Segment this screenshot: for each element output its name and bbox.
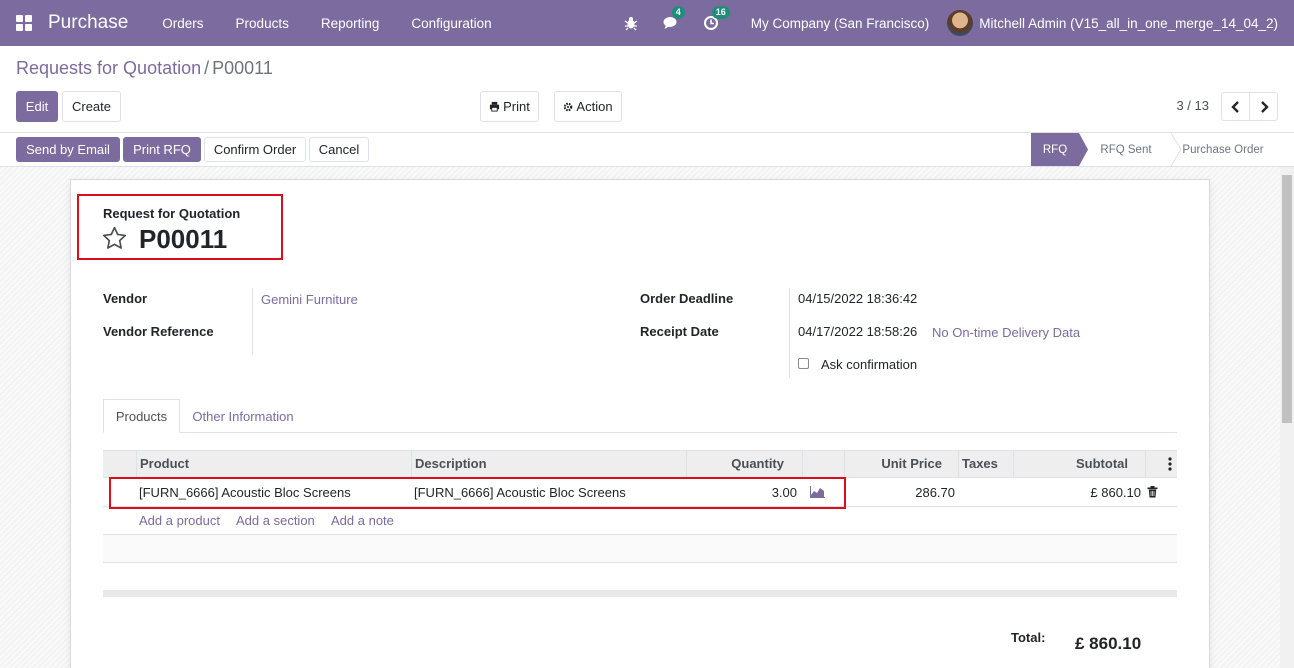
add-note-link[interactable]: Add a note: [331, 513, 394, 528]
field-divider: [789, 288, 790, 378]
field-divider: [252, 288, 253, 355]
column-header-product[interactable]: Product: [140, 450, 189, 478]
app-brand[interactable]: Purchase: [48, 12, 128, 34]
column-divider: [1013, 450, 1014, 478]
trash-icon[interactable]: [1147, 486, 1158, 498]
messages-badge: 4: [671, 6, 685, 19]
menu-orders[interactable]: Orders: [146, 16, 219, 31]
cancel-button[interactable]: Cancel: [309, 137, 369, 162]
edit-button[interactable]: Edit: [16, 91, 58, 122]
chevron-left-icon: [1230, 100, 1239, 113]
activities-clock-icon[interactable]: 16: [703, 6, 730, 31]
top-navbar: Purchase Orders Products Reporting Confi…: [0, 0, 1294, 46]
vendor-reference-label: Vendor Reference: [103, 324, 214, 339]
row-unit-price[interactable]: 286.70: [848, 480, 955, 506]
add-product-link[interactable]: Add a product: [139, 513, 220, 528]
order-deadline-field[interactable]: 04/15/2022 18:36:42: [798, 291, 917, 306]
table-footer: [103, 590, 1177, 597]
print-dropdown-button[interactable]: Print: [480, 91, 539, 122]
menu-products[interactable]: Products: [220, 16, 305, 31]
pager-next-button[interactable]: [1249, 92, 1278, 121]
receipt-date-label: Receipt Date: [640, 324, 719, 339]
bug-icon[interactable]: [623, 15, 639, 31]
column-divider: [844, 450, 845, 478]
total-label: Total:: [1011, 630, 1046, 645]
menu-reporting[interactable]: Reporting: [305, 16, 396, 31]
ontime-delivery-link[interactable]: No On-time Delivery Data: [932, 325, 1080, 340]
document-type-label: Request for Quotation: [103, 206, 241, 221]
column-header-unit-price[interactable]: Unit Price: [848, 450, 942, 478]
print-icon: [490, 101, 500, 112]
stage-rfq-sent[interactable]: RFQ Sent: [1092, 133, 1160, 166]
vertical-scrollbar[interactable]: [1280, 167, 1294, 668]
column-divider: [1145, 450, 1146, 478]
print-rfq-button[interactable]: Print RFQ: [123, 137, 201, 162]
column-header-taxes[interactable]: Taxes: [962, 450, 998, 478]
vendor-label: Vendor: [103, 291, 148, 306]
stage-purchase-order[interactable]: Purchase Order: [1176, 133, 1270, 166]
column-header-quantity[interactable]: Quantity: [690, 450, 784, 478]
breadcrumb: Requests for Quotation / P00011: [16, 58, 273, 79]
column-divider: [802, 450, 803, 478]
action-dropdown-button[interactable]: Action: [554, 91, 622, 122]
pager-previous-button[interactable]: [1221, 92, 1250, 121]
activities-badge: 16: [711, 6, 730, 19]
ask-confirmation-checkbox[interactable]: [798, 358, 809, 369]
column-divider: [136, 450, 137, 478]
messages-icon[interactable]: 4: [663, 6, 685, 31]
column-divider: [411, 450, 412, 478]
chevron-right-icon: [1260, 100, 1269, 113]
breadcrumb-separator: /: [204, 58, 210, 78]
scrollbar-thumb[interactable]: [1282, 175, 1292, 423]
pager-value[interactable]: 3 / 13: [1176, 98, 1209, 113]
record-name: P00011: [139, 224, 228, 254]
print-label: Print: [503, 99, 530, 114]
menu-configuration[interactable]: Configuration: [395, 16, 507, 31]
column-divider: [686, 450, 687, 478]
optional-columns-icon[interactable]: [1166, 456, 1174, 472]
receipt-date-field[interactable]: 04/17/2022 18:58:26: [798, 324, 917, 339]
user-avatar[interactable]: [947, 10, 974, 36]
total-amount: £ 860.10: [1075, 634, 1142, 653]
company-switcher[interactable]: My Company (San Francisco): [751, 16, 930, 31]
action-label: Action: [576, 99, 613, 114]
column-divider: [958, 450, 959, 478]
create-button[interactable]: Create: [62, 91, 121, 122]
tab-products[interactable]: Products: [103, 399, 180, 433]
tab-other-information[interactable]: Other Information: [184, 399, 302, 433]
column-header-description[interactable]: Description: [415, 450, 487, 478]
stage-rfq[interactable]: RFQ: [1031, 133, 1079, 166]
confirm-order-button[interactable]: Confirm Order: [204, 137, 306, 162]
order-deadline-label: Order Deadline: [640, 291, 734, 306]
gear-icon: [564, 102, 573, 111]
user-menu[interactable]: Mitchell Admin (V15_all_in_one_merge_14_…: [979, 16, 1278, 31]
apps-menu-icon[interactable]: [16, 15, 32, 31]
ask-confirmation-label: Ask confirmation: [821, 357, 918, 372]
table-header: [103, 450, 1177, 478]
breadcrumb-current: P00011: [212, 58, 273, 78]
breadcrumb-parent[interactable]: Requests for Quotation: [16, 58, 201, 78]
add-section-link[interactable]: Add a section: [236, 513, 315, 528]
column-header-subtotal[interactable]: Subtotal: [1017, 450, 1128, 478]
highlight-box-line: [109, 477, 846, 509]
status-bar: Send by Email Print RFQ Confirm Order Ca…: [0, 132, 1294, 167]
send-by-email-button[interactable]: Send by Email: [16, 137, 120, 162]
row-subtotal: £ 860.10: [1090, 485, 1141, 500]
empty-row: [103, 534, 1177, 563]
vendor-field[interactable]: Gemini Furniture: [261, 292, 358, 307]
star-icon[interactable]: [102, 226, 127, 250]
